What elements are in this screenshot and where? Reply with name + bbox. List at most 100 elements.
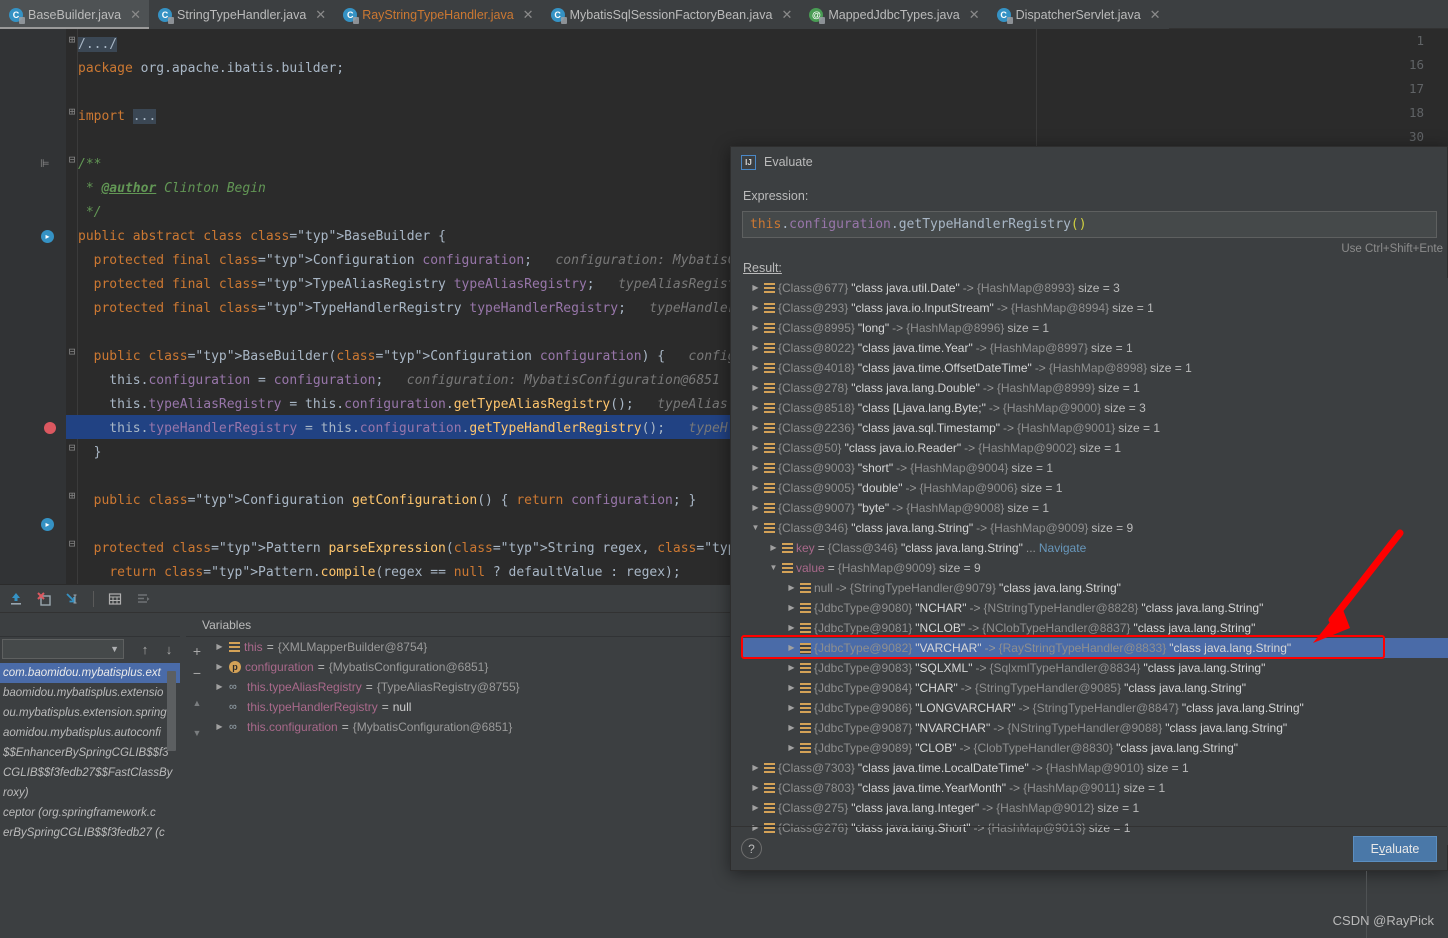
frame-list-item[interactable]: baomidou.mybatisplus.extensio bbox=[0, 683, 180, 703]
result-tree-row[interactable]: ▶ {Class@9007} "byte" -> {HashMap@9008} size … bbox=[742, 498, 1448, 518]
frame-list-item[interactable]: CGLIB$$f3fedb27$$FastClassBy bbox=[0, 763, 180, 783]
breakpoint-icon[interactable] bbox=[44, 422, 56, 434]
code-fold-toggle[interactable]: ⊟ bbox=[66, 537, 78, 550]
close-icon[interactable]: ✕ bbox=[969, 8, 980, 21]
show-execution-point-icon[interactable] bbox=[131, 587, 155, 611]
code-line-45[interactable]: public class="typ">Configuration getConf… bbox=[78, 489, 697, 513]
result-tree-row[interactable]: ▶ {JdbcType@9087} "NVARCHAR" -> {NStringType… bbox=[742, 718, 1448, 738]
editor-tab-4[interactable]: @ MappedJdbcTypes.java ✕ bbox=[800, 0, 988, 29]
code-line-40[interactable]: this.configuration = configuration; conf… bbox=[78, 369, 720, 393]
expand-triangle-icon[interactable]: ▶ bbox=[750, 478, 761, 498]
editor-tab-2[interactable]: C RayStringTypeHandler.java ✕ bbox=[334, 0, 542, 29]
expand-triangle-icon[interactable]: ▶ bbox=[786, 598, 797, 618]
expand-triangle-icon[interactable]: ▶ bbox=[750, 318, 761, 338]
close-icon[interactable]: ✕ bbox=[1150, 8, 1161, 21]
result-tree-row[interactable]: ▶ {JdbcType@9089} "CLOB" -> {ClobTypeHandler… bbox=[742, 738, 1448, 758]
code-line-50[interactable]: return class="typ">Pattern.compile(regex… bbox=[78, 561, 680, 584]
force-step-into-icon[interactable] bbox=[32, 587, 56, 611]
result-tree-row[interactable]: ▶ {Class@7303} "class java.time.LocalDateT… bbox=[742, 758, 1448, 778]
expand-triangle-icon[interactable]: ▶ bbox=[750, 378, 761, 398]
step-out-icon[interactable] bbox=[4, 587, 28, 611]
code-fold-toggle[interactable]: ⊟ bbox=[66, 153, 78, 166]
expand-triangle-icon[interactable]: ▶ bbox=[750, 358, 761, 378]
run-gutter-icon[interactable]: ▸ bbox=[41, 230, 54, 243]
result-tree-row[interactable]: ▶ {Class@50} "class java.io.Reader" -> {Hash… bbox=[742, 438, 1448, 458]
code-line-43[interactable]: } bbox=[78, 441, 102, 465]
result-tree-row[interactable]: ▶ {JdbcType@9084} "CHAR" -> {StringTypeHandl… bbox=[742, 678, 1448, 698]
close-icon[interactable]: ✕ bbox=[130, 8, 141, 21]
code-line-1[interactable]: /.../ bbox=[78, 33, 118, 57]
expand-triangle-icon[interactable]: ▶ bbox=[786, 658, 797, 678]
editor-gutter[interactable] bbox=[0, 29, 66, 584]
frame-down-icon[interactable]: ↓ bbox=[160, 640, 178, 658]
frame-list-item[interactable]: com.baomidou.mybatisplus.ext bbox=[0, 663, 180, 683]
run-to-cursor-icon[interactable] bbox=[60, 587, 84, 611]
expand-triangle-icon[interactable]: ▶ bbox=[750, 398, 761, 418]
code-line-31[interactable]: /** bbox=[78, 153, 101, 177]
code-line-37[interactable]: protected final class="typ">TypeHandlerR… bbox=[78, 297, 814, 321]
editor-tab-1[interactable]: C StringTypeHandler.java ✕ bbox=[149, 0, 335, 29]
expand-triangle-icon[interactable]: ▶ bbox=[750, 438, 761, 458]
result-tree-row[interactable]: ▶ null -> {StringTypeHandler@9079} "class ja… bbox=[742, 578, 1448, 598]
code-line-34[interactable]: public abstract class class="typ">BaseBu… bbox=[78, 225, 446, 249]
frame-list-item[interactable]: $$EnhancerBySpringCGLIB$$f3 bbox=[0, 743, 180, 763]
expand-triangle-icon[interactable]: ▶ bbox=[786, 738, 797, 758]
frame-list-item[interactable]: erBySpringCGLIB$$f3fedb27 (c bbox=[0, 823, 180, 843]
code-fold-toggle[interactable]: ⊞ bbox=[66, 33, 78, 46]
expand-triangle-icon[interactable]: ▶ bbox=[750, 458, 761, 478]
code-fold-toggle[interactable]: ⊟ bbox=[66, 441, 78, 454]
close-icon[interactable]: ✕ bbox=[781, 8, 792, 21]
code-line-33[interactable]: */ bbox=[78, 201, 102, 225]
run-gutter-icon[interactable]: ▸ bbox=[41, 518, 54, 531]
expand-triangle-icon[interactable]: ▶ bbox=[786, 698, 797, 718]
result-tree-row[interactable]: ▶ key = {Class@346} "class java.lang.String"… bbox=[742, 538, 1448, 558]
result-tree-row[interactable]: ▶ {Class@293} "class java.io.InputStream" -… bbox=[742, 298, 1448, 318]
result-tree-row[interactable]: ▼ value = {HashMap@9009} size = 9 bbox=[742, 558, 1448, 578]
result-tree-row[interactable]: ▶ {JdbcType@9086} "LONGVARCHAR" -> {StringTy… bbox=[742, 698, 1448, 718]
code-line-35[interactable]: protected final class="typ">Configuratio… bbox=[78, 249, 822, 273]
result-tree-row[interactable]: ▶ {Class@278} "class java.lang.Double" -> {H… bbox=[742, 378, 1448, 398]
close-icon[interactable]: ✕ bbox=[315, 8, 326, 21]
expand-triangle-icon[interactable]: ▼ bbox=[768, 558, 779, 578]
result-tree-row[interactable]: ▶ {Class@2236} "class java.sql.Timestamp" -… bbox=[742, 418, 1448, 438]
result-tree[interactable]: ▶ {Class@677} "class java.util.Date" -> {Has… bbox=[742, 278, 1448, 845]
remove-watch-button[interactable]: − bbox=[193, 663, 201, 683]
code-line-32[interactable]: * @author Clinton Begin bbox=[78, 177, 266, 201]
expand-triangle-icon[interactable]: ▶ bbox=[768, 538, 779, 558]
code-line-41[interactable]: this.typeAliasRegistry = this.configurat… bbox=[78, 393, 727, 417]
thread-selector-combo[interactable]: ▼ bbox=[2, 639, 124, 659]
move-down-button[interactable]: ▼ bbox=[193, 723, 202, 743]
evaluate-button[interactable]: Evaluate bbox=[1353, 835, 1437, 862]
editor-tab-3[interactable]: C MybatisSqlSessionFactoryBean.java ✕ bbox=[541, 0, 801, 29]
help-button[interactable]: ? bbox=[741, 838, 762, 859]
result-tree-row[interactable]: ▶ {Class@8518} "class [Ljava.lang.Byte;" ->… bbox=[742, 398, 1448, 418]
expand-triangle-icon[interactable]: ▶ bbox=[750, 298, 761, 318]
expand-triangle-icon[interactable]: ▼ bbox=[750, 518, 761, 538]
expand-triangle-icon[interactable]: ▶ bbox=[214, 677, 225, 697]
expand-triangle-icon[interactable]: ▶ bbox=[786, 718, 797, 738]
expand-triangle-icon[interactable]: ▶ bbox=[750, 278, 761, 298]
code-fold-toggle[interactable]: ⊟ bbox=[66, 345, 78, 358]
expand-triangle-icon[interactable]: ▶ bbox=[750, 498, 761, 518]
expand-triangle-icon[interactable]: ▶ bbox=[750, 418, 761, 438]
expand-triangle-icon[interactable]: ▶ bbox=[786, 618, 797, 638]
navigate-link[interactable]: Navigate bbox=[1039, 538, 1086, 558]
frame-list-item[interactable]: roxy) bbox=[0, 783, 180, 803]
code-line-16[interactable]: package org.apache.ibatis.builder; bbox=[78, 57, 344, 81]
expand-triangle-icon[interactable]: ▶ bbox=[786, 578, 797, 598]
expand-triangle-icon[interactable]: ▶ bbox=[750, 758, 761, 778]
editor-tab-0[interactable]: C BaseBuilder.java ✕ bbox=[0, 0, 150, 29]
code-line-18[interactable]: import ... bbox=[78, 105, 157, 129]
result-tree-row[interactable]: ▶ {Class@8022} "class java.time.Year" -> {Ha… bbox=[742, 338, 1448, 358]
frames-scrollbar[interactable] bbox=[167, 671, 176, 751]
code-line-42[interactable]: this.typeHandlerRegistry = this.configur… bbox=[78, 417, 727, 441]
result-tree-row[interactable]: ▶ {Class@8995} "long" -> {HashMap@8996} size … bbox=[742, 318, 1448, 338]
result-tree-row[interactable]: ▶ {Class@9003} "short" -> {HashMap@9004} size… bbox=[742, 458, 1448, 478]
evaluate-expression-icon[interactable] bbox=[103, 587, 127, 611]
add-watch-button[interactable]: + bbox=[193, 641, 201, 661]
frame-list-item[interactable]: ou.mybatisplus.extension.spring bbox=[0, 703, 180, 723]
expand-triangle-icon[interactable]: ▶ bbox=[214, 657, 225, 677]
result-tree-row[interactable]: ▶ {JdbcType@9081} "NCLOB" -> {NClobTypeHandl… bbox=[742, 618, 1448, 638]
expand-triangle-icon[interactable]: ▶ bbox=[214, 637, 225, 657]
result-tree-row[interactable]: ▶ {Class@677} "class java.util.Date" -> {Has… bbox=[742, 278, 1448, 298]
